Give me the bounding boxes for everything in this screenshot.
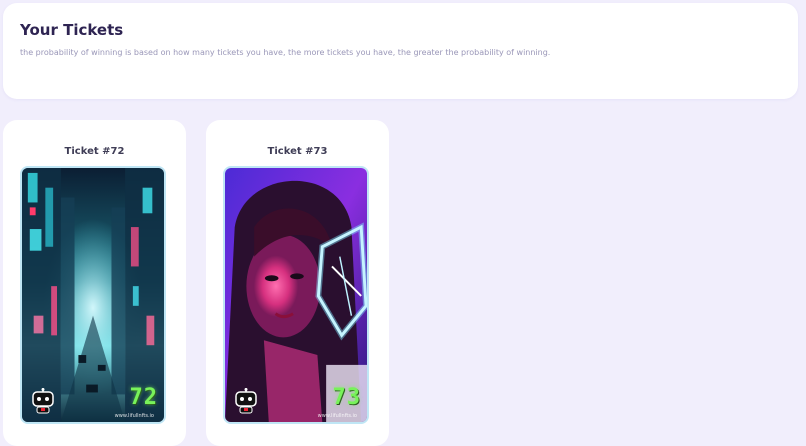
ticket-number: 72 (129, 385, 158, 410)
neon-city-art (22, 168, 164, 422)
header-card: Your Tickets the probability of winning … (3, 3, 798, 99)
ticket-number: 73 (332, 385, 361, 410)
robot-mascot-icon (234, 388, 258, 414)
ticket-image[interactable]: 73 www.lifullnfts.io (223, 166, 369, 424)
neon-portrait-art (225, 168, 367, 422)
site-watermark: www.lifullnfts.io (114, 413, 154, 419)
page-title: Your Tickets (20, 21, 124, 39)
ticket-card-72[interactable]: Ticket #72 72 www.lifullnfts.io (3, 120, 186, 446)
page-subtitle: the probability of winning is based on h… (20, 48, 551, 57)
site-watermark: www.lifullnfts.io (317, 413, 357, 419)
ticket-title: Ticket #72 (64, 146, 125, 157)
ticket-card-73[interactable]: Ticket #73 73 www.lifullnfts.io (206, 120, 389, 446)
robot-mascot-icon (31, 388, 55, 414)
ticket-image[interactable]: 72 www.lifullnfts.io (20, 166, 166, 424)
ticket-title: Ticket #73 (267, 146, 328, 157)
